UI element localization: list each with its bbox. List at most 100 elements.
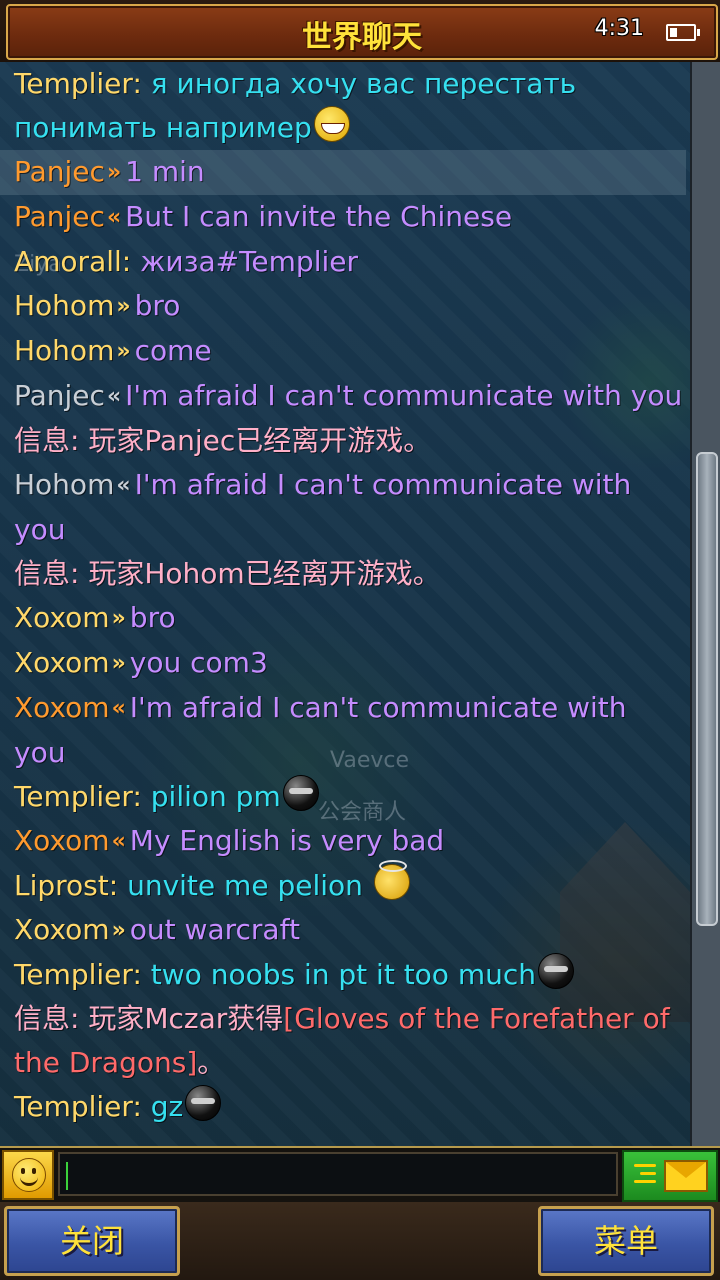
message-separator: : [70, 557, 89, 590]
smiley-icon [12, 1158, 46, 1192]
angel-emoji-icon [373, 860, 410, 900]
chat-message[interactable]: Amorall: жиза#Templier [14, 240, 686, 284]
whisper-to-icon: » [106, 160, 122, 185]
grin-emoji-icon [313, 106, 350, 142]
chat-message[interactable]: Hohom» come [14, 329, 686, 374]
chat-message[interactable]: Templier: gz [14, 1085, 686, 1129]
message-sender[interactable]: Xoxom [14, 913, 110, 946]
message-sender[interactable]: Panjec [14, 155, 105, 188]
message-text: But I can invite the Chinese [125, 200, 513, 233]
message-text: gz [150, 1090, 184, 1123]
top-bar: 世界聊天 4:31 [0, 0, 720, 62]
message-text: bro [134, 289, 181, 322]
chat-message[interactable]: 信息: 玩家Hohom已经离开游戏。 [14, 552, 686, 596]
message-sender[interactable]: Panjec [14, 379, 105, 412]
message-sender[interactable]: Panjec [14, 200, 105, 233]
message-sender[interactable]: Templier [14, 780, 132, 813]
message-text: 玩家Hohom已经离开游戏。 [88, 557, 441, 590]
message-sender[interactable]: 信息 [14, 557, 70, 590]
close-button[interactable]: 关闭 [4, 1206, 180, 1276]
message-sender[interactable]: Liprost [14, 869, 109, 902]
message-sender[interactable]: 信息 [14, 424, 70, 457]
envelope-icon [664, 1160, 708, 1192]
message-sender[interactable]: Xoxom [14, 646, 110, 679]
message-text: I'm afraid I can't communicate with you [125, 379, 683, 412]
message-separator: : [132, 958, 151, 991]
chat-message[interactable]: Xoxom« My English is very bad [14, 819, 686, 864]
chat-message[interactable]: Templier: two noobs in pt it too much [14, 953, 686, 997]
message-text: 玩家Mczar获得 [88, 1002, 284, 1035]
scrollbar-thumb[interactable] [696, 452, 718, 926]
message-text: My English is very bad [129, 824, 445, 857]
chat-message[interactable]: Xoxom« I'm afraid I can't communicate wit… [14, 686, 686, 775]
chat-message[interactable]: Xoxom» you com3 [14, 641, 686, 686]
message-sender[interactable]: Templier [14, 958, 132, 991]
message-text: 玩家Panjec已经离开游戏。 [88, 424, 432, 457]
emote-button[interactable] [2, 1150, 54, 1200]
chat-message[interactable]: Liprost: unvite me pelion [14, 860, 686, 908]
chat-message[interactable]: Panjec« But I can invite the Chinese [14, 195, 686, 240]
message-separator: : [70, 1002, 89, 1035]
message-sender[interactable]: Amorall [14, 245, 122, 278]
message-sender[interactable]: 信息 [14, 1002, 70, 1035]
send-button[interactable] [622, 1150, 718, 1202]
chat-message[interactable]: Panjec» 1 min [0, 150, 686, 195]
message-sender[interactable]: Hohom [14, 334, 114, 367]
chat-message[interactable]: Hohom» bro [14, 284, 686, 329]
ball-emoji-icon [282, 775, 319, 811]
status-time: 4:31 [594, 16, 644, 41]
whisper-to-icon: » [111, 606, 126, 631]
message-text: come [134, 334, 212, 367]
chat-message-list: Templier: я иногда хочу вас перестать по… [0, 62, 686, 1129]
whisper-to-icon: » [111, 651, 126, 676]
message-sender[interactable]: Xoxom [14, 601, 110, 634]
whisper-from-icon: « [111, 696, 126, 721]
message-sender[interactable]: Xoxom [14, 691, 110, 724]
chat-message[interactable]: Xoxom» bro [14, 596, 686, 641]
whisper-from-icon: « [106, 205, 122, 230]
message-separator: : [132, 1090, 151, 1123]
chat-log-area[interactable]: Vaevce 公会商人 Ziya Templier: я иногда хочу… [0, 62, 690, 1146]
message-separator: : [132, 67, 151, 100]
whisper-to-icon: » [116, 294, 131, 319]
message-separator: : [121, 245, 141, 278]
message-text: you com3 [129, 646, 268, 679]
whisper-from-icon: « [106, 384, 122, 409]
message-sender[interactable]: Xoxom [14, 824, 110, 857]
whisper-from-icon: « [116, 473, 131, 498]
whisper-to-icon: » [111, 918, 126, 943]
chat-message[interactable]: 信息: 玩家Mczar获得[Gloves of the Forefather o… [14, 997, 686, 1085]
message-sender[interactable]: Templier [14, 1090, 132, 1123]
message-sender[interactable]: Hohom [14, 289, 114, 322]
menu-button[interactable]: 菜单 [538, 1206, 714, 1276]
message-text: 1 min [125, 155, 205, 188]
chat-message[interactable]: Templier: я иногда хочу вас перестать по… [14, 62, 686, 150]
chat-scrollbar[interactable] [690, 62, 720, 1146]
chat-input[interactable] [58, 1152, 618, 1196]
message-text: two noobs in pt it too much [150, 958, 536, 991]
message-text: unvite me pelion [127, 869, 372, 902]
chat-message[interactable]: Xoxom» out warcraft [14, 908, 686, 953]
whisper-to-icon: » [116, 339, 131, 364]
chat-message[interactable]: Templier: pilion pm [14, 775, 686, 819]
message-text: bro [129, 601, 176, 634]
message-separator: : [70, 424, 89, 457]
chat-input-bar [0, 1146, 720, 1204]
message-separator: : [132, 780, 151, 813]
bottom-bar: 关闭 菜单 [0, 1202, 720, 1280]
battery-icon [666, 24, 700, 41]
chat-message[interactable]: 信息: 玩家Panjec已经离开游戏。 [14, 419, 686, 463]
whisper-from-icon: « [111, 829, 126, 854]
message-sender[interactable]: Templier [14, 67, 132, 100]
chat-message[interactable]: Hohom« I'm afraid I can't communicate wit… [14, 463, 686, 552]
message-text: pilion pm [150, 780, 281, 813]
message-separator: : [108, 869, 128, 902]
message-sender[interactable]: Hohom [14, 468, 114, 501]
ball-emoji-icon [538, 953, 574, 989]
chat-message[interactable]: Panjec« I'm afraid I can't communicate wi… [14, 374, 686, 419]
message-text: out warcraft [129, 913, 300, 946]
text-cursor [66, 1162, 68, 1190]
message-text-end: 。 [197, 1046, 226, 1079]
message-text: жиза#Templier [140, 245, 358, 278]
speed-lines-icon [634, 1164, 656, 1188]
